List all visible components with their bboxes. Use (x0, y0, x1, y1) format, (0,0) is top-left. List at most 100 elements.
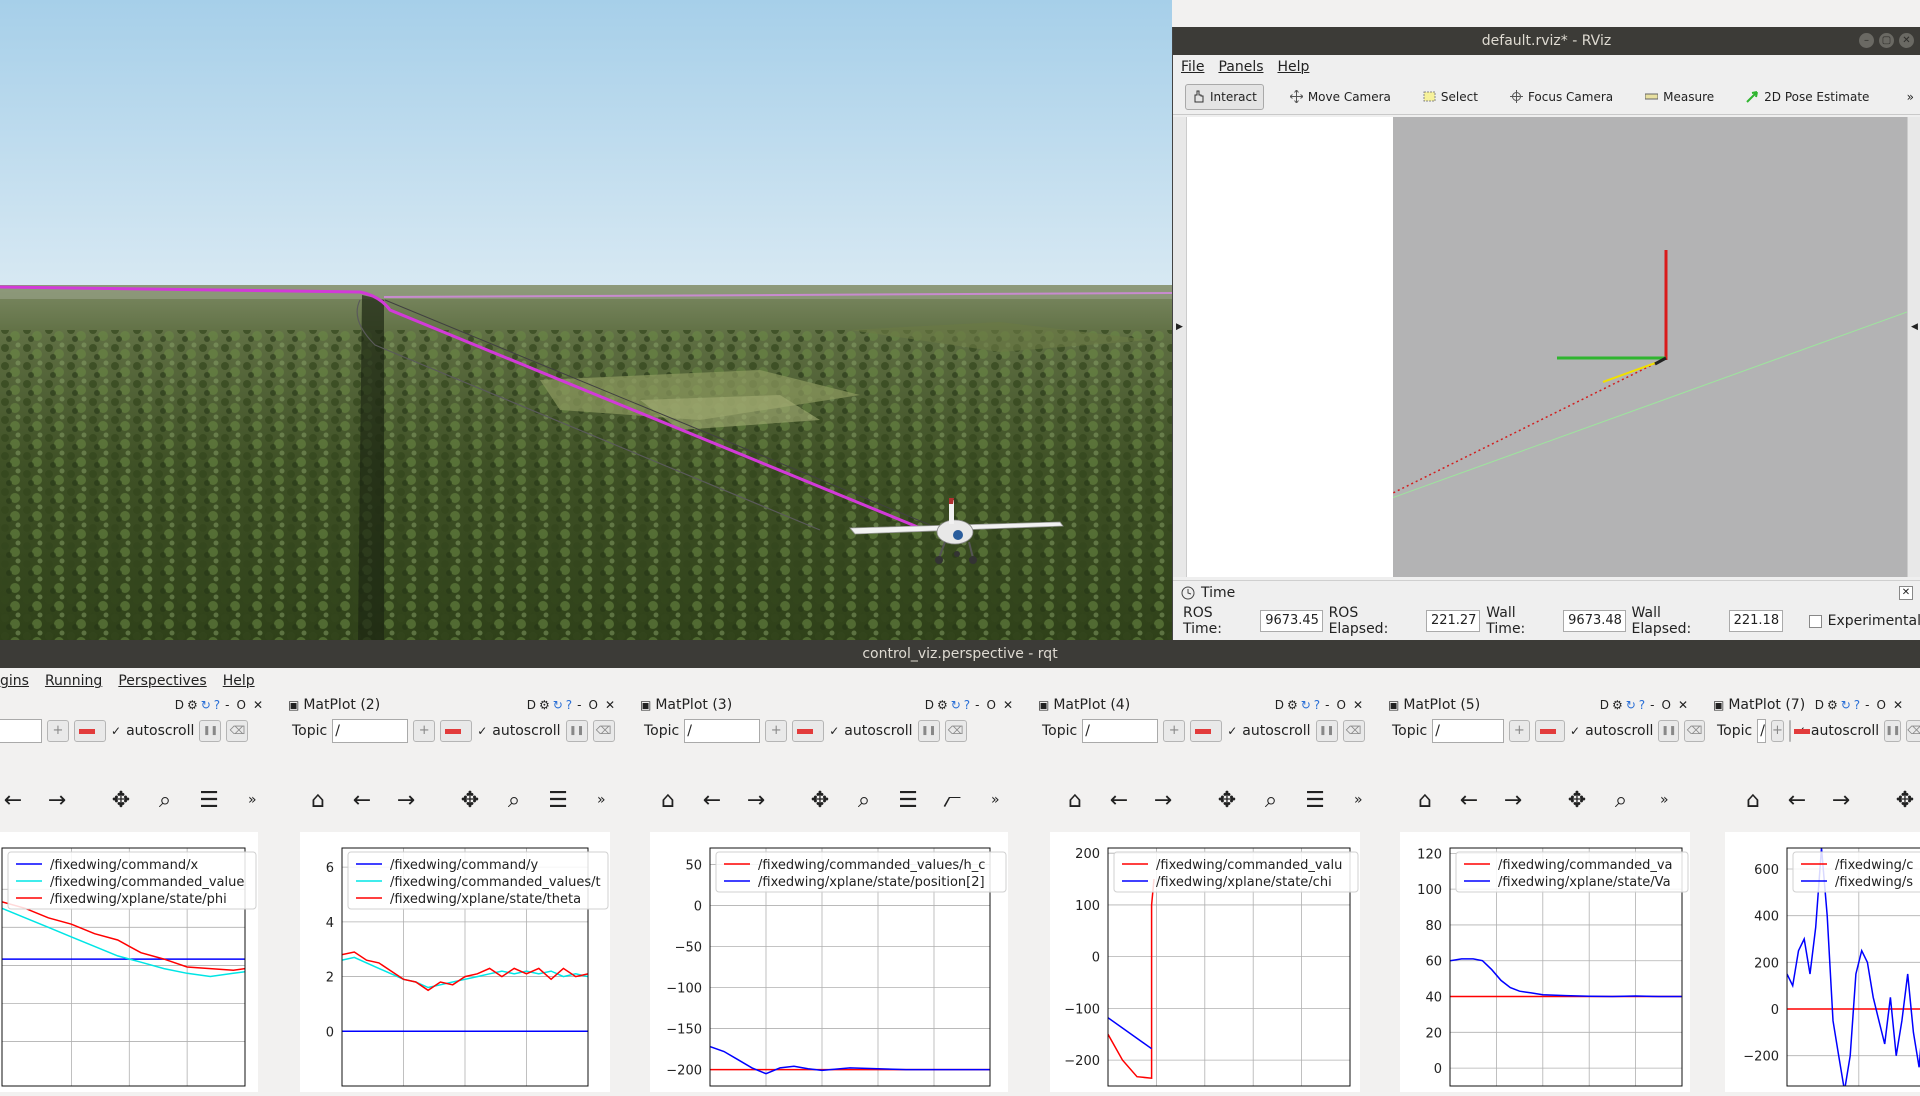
home-icon[interactable]: ⌂ (305, 788, 331, 813)
plot-figure[interactable]: 1251501756004002000−200/fixedwing/c/fixe… (1725, 832, 1920, 1096)
gear-icon[interactable]: ⚙ (1286, 698, 1299, 712)
clear-button[interactable]: ⌫ (1342, 720, 1365, 742)
pan-icon[interactable]: ✥ (108, 788, 134, 813)
toolbar-overflow-button[interactable]: » (1907, 90, 1914, 104)
right-dock-collapse[interactable]: ◀ (1907, 117, 1920, 577)
maximize-button[interactable]: ▢ (1879, 33, 1894, 48)
topic-input[interactable]: / (332, 719, 409, 743)
pan-icon[interactable]: ✥ (1564, 788, 1590, 813)
autoscroll-checkbox[interactable]: ✓ (111, 724, 121, 738)
back-icon[interactable]: ← (349, 788, 375, 813)
menu-help-rqt[interactable]: Help (223, 673, 255, 689)
tool-select[interactable]: Select (1417, 84, 1484, 110)
add-topic-button[interactable]: + (413, 720, 436, 742)
clear-button[interactable]: ⌫ (592, 720, 615, 742)
add-topic-button[interactable]: + (1770, 720, 1784, 742)
tool-focus-camera[interactable]: Focus Camera (1504, 84, 1619, 110)
minimize-button[interactable]: – (1859, 33, 1874, 48)
wall-elapsed-field[interactable]: 221.18 (1728, 610, 1783, 632)
float-plugin-button[interactable]: O (1333, 698, 1348, 712)
menu-perspectives[interactable]: Perspectives (118, 673, 206, 689)
tool-2d-pose-estimate[interactable]: 2D Pose Estimate (1740, 84, 1875, 110)
float-plugin-button[interactable]: O (1873, 698, 1888, 712)
dock-button[interactable]: D (924, 698, 935, 712)
close-button[interactable]: ✕ (1899, 33, 1914, 48)
plot-figure[interactable]: 190 200 210/fixedwing/command/x/fixedwing/… (0, 832, 258, 1096)
reload-icon[interactable]: ↻ (1300, 698, 1312, 712)
close-plugin-button[interactable]: ✕ (250, 698, 266, 712)
autoscroll-checkbox[interactable]: ✓ (1570, 724, 1580, 738)
float-plugin-button[interactable]: O (233, 698, 248, 712)
topic-input[interactable]: / (1082, 719, 1159, 743)
pause-button[interactable]: ❚❚ (1658, 720, 1680, 742)
close-plugin-button[interactable]: ✕ (1675, 698, 1691, 712)
pan-icon[interactable]: ✥ (1214, 788, 1240, 813)
back-icon[interactable]: ← (0, 788, 26, 813)
rqt-title-bar[interactable]: control_viz.perspective - rqt (0, 640, 1920, 668)
color-dropdown-button[interactable] (1534, 720, 1565, 742)
tool-move-camera[interactable]: Move Camera (1284, 84, 1397, 110)
add-topic-button[interactable]: + (1163, 720, 1186, 742)
topic-input[interactable]: / (684, 719, 761, 743)
menu-running[interactable]: Running (45, 673, 102, 689)
clear-button[interactable]: ⌫ (944, 720, 967, 742)
zoom-icon[interactable]: ⌕ (501, 788, 527, 813)
tool-interact[interactable]: Interact (1185, 83, 1264, 110)
minimize-plugin-button[interactable]: - (1322, 698, 1332, 712)
pan-icon[interactable]: ✥ (1892, 788, 1918, 813)
color-dropdown-button[interactable] (1190, 720, 1223, 742)
minimize-plugin-button[interactable]: - (222, 698, 232, 712)
zoom-icon[interactable]: ⌕ (152, 788, 178, 813)
gear-icon[interactable]: ⚙ (1826, 698, 1839, 712)
close-plugin-button[interactable]: ✕ (1890, 698, 1906, 712)
plot-figure[interactable]: 120140160180200220120100806040200/fixedw… (1400, 832, 1694, 1096)
help-icon[interactable]: ? (213, 698, 221, 712)
forward-icon[interactable]: → (44, 788, 70, 813)
minimize-plugin-button[interactable]: - (1647, 698, 1657, 712)
reload-icon[interactable]: ↻ (1625, 698, 1637, 712)
forward-icon[interactable]: → (1500, 788, 1526, 813)
pan-icon[interactable]: ✥ (457, 788, 483, 813)
color-dropdown-button[interactable] (1788, 720, 1810, 742)
clear-button[interactable]: ⌫ (226, 720, 249, 742)
pause-button[interactable]: ❚❚ (1884, 720, 1902, 742)
left-dock-collapse[interactable]: ▶ (1173, 117, 1187, 577)
3d-viewport[interactable] (1393, 117, 1907, 577)
float-plugin-button[interactable]: O (983, 698, 998, 712)
subplots-config-icon[interactable]: ☰ (895, 788, 921, 813)
reload-icon[interactable]: ↻ (1840, 698, 1852, 712)
clear-button[interactable]: ⌫ (1684, 720, 1705, 742)
subplots-config-icon[interactable]: ☰ (1302, 788, 1328, 813)
plot-figure[interactable]: 120 140 160 180 200 220 200 100 0 −100 −200/fixedw… (1050, 832, 1362, 1096)
minimize-plugin-button[interactable]: - (972, 698, 982, 712)
clear-button[interactable]: ⌫ (1906, 720, 1920, 742)
reload-icon[interactable]: ↻ (552, 698, 564, 712)
menu-plugins[interactable]: gins (0, 673, 29, 689)
help-icon[interactable]: ? (1638, 698, 1646, 712)
add-topic-button[interactable]: + (1508, 720, 1530, 742)
tool-measure[interactable]: Measure (1639, 84, 1720, 110)
menu-panels[interactable]: Panels (1218, 59, 1263, 75)
back-icon[interactable]: ← (699, 788, 725, 813)
pause-button[interactable]: ❚❚ (1315, 720, 1338, 742)
topic-input[interactable]: / (1432, 719, 1504, 743)
back-icon[interactable]: ← (1456, 788, 1482, 813)
autoscroll-checkbox[interactable]: ✓ (829, 724, 839, 738)
zoom-icon[interactable]: ⌕ (1258, 788, 1284, 813)
topic-input[interactable] (0, 719, 42, 743)
forward-icon[interactable]: → (743, 788, 769, 813)
ros-time-field[interactable]: 9673.45 (1260, 610, 1323, 632)
gear-icon[interactable]: ⚙ (936, 698, 949, 712)
time-panel-close-button[interactable]: ✕ (1899, 586, 1913, 600)
close-plugin-button[interactable]: ✕ (1000, 698, 1016, 712)
pause-button[interactable]: ❚❚ (565, 720, 588, 742)
pause-button[interactable]: ❚❚ (917, 720, 940, 742)
nav-overflow-button[interactable]: » (597, 792, 606, 808)
float-plugin-button[interactable]: O (585, 698, 600, 712)
add-topic-button[interactable]: + (47, 720, 69, 742)
color-dropdown-button[interactable] (792, 720, 825, 742)
close-plugin-button[interactable]: ✕ (1350, 698, 1366, 712)
subplots-config-icon[interactable]: ☰ (545, 788, 571, 813)
gear-icon[interactable]: ⚙ (186, 698, 199, 712)
pan-icon[interactable]: ✥ (807, 788, 833, 813)
